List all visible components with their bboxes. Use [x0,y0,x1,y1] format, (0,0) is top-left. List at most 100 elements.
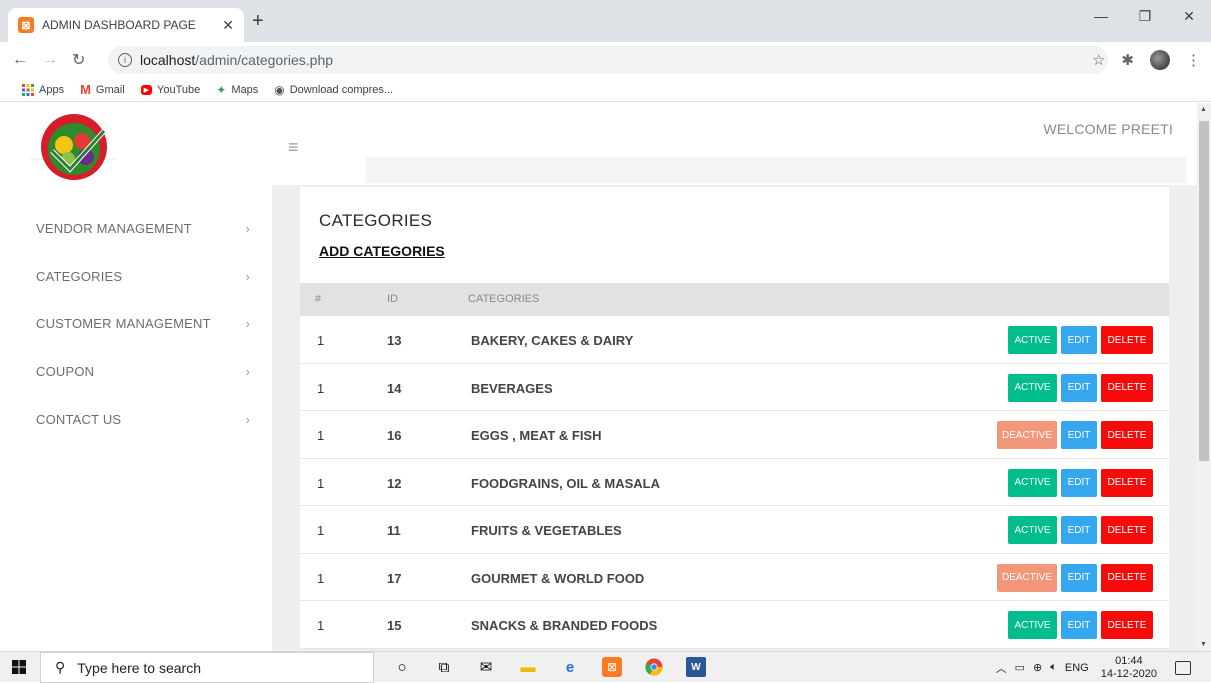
word-icon[interactable]: W [686,657,706,677]
bookmark-label: Gmail [95,83,125,96]
sidebar-item-vendor-management[interactable]: VENDOR MANAGEMENT › [36,221,250,236]
cell-number: 1 [317,475,325,491]
back-icon[interactable]: ← [12,51,30,69]
forward-icon[interactable]: → [42,51,60,69]
youtube-icon: ▶ [140,84,153,95]
table-row: 1 13 BAKERY, CAKES & DAIRY ACTIVE EDIT D… [300,316,1169,364]
edit-button[interactable]: EDIT [1061,563,1097,592]
menu-kebab-icon[interactable]: ⋮ [1186,51,1201,69]
hamburger-menu-icon[interactable]: ≡ [288,137,299,158]
cell-number: 1 [317,523,325,538]
sidebar-item-coupon[interactable]: COUPON › [36,364,250,379]
browser-tabbar: ⊠ ADMIN DASHBOARD PAGE ✕ + — ❐ ✕ [0,0,1211,42]
url-path: /admin/categories.php [195,52,334,68]
network-icon[interactable]: ⊕ [1033,661,1042,674]
chevron-right-icon: › [245,221,250,236]
sidebar-item-customer-management[interactable]: CUSTOMER MANAGEMENT › [36,316,250,331]
sidebar-item-contact-us[interactable]: CONTACT US › [36,412,250,427]
scroll-up-icon[interactable]: ▲ [1200,106,1207,113]
cell-category-name: FRUITS & VEGETABLES [471,523,622,538]
site-logo[interactable] [30,111,116,183]
windows-taskbar: ⚲ Type here to search ○ ⧉ ✉ ▬ e ⊠ W ︿ ▭ … [0,651,1211,683]
status-button[interactable]: ACTIVE [1008,468,1057,497]
system-tray: ︿ ▭ ⊕ 🔈︎ ENG 01:44 14-12-2020 [996,652,1191,683]
status-button[interactable]: ACTIVE [1008,516,1057,544]
bookmark-download[interactable]: ◉ Download compres... [274,83,393,97]
cell-number: 1 [317,618,325,633]
new-tab-icon[interactable]: + [252,10,264,33]
bookmark-label: Maps [231,83,259,96]
cell-id: 12 [387,475,402,491]
edit-button[interactable]: EDIT [1061,611,1097,639]
scroll-thumb[interactable] [1199,121,1209,461]
clock-date: 14-12-2020 [1100,667,1157,680]
chevron-right-icon: › [245,316,250,331]
volume-icon[interactable]: 🔈︎ [1050,661,1057,674]
status-button[interactable]: ACTIVE [1008,326,1057,354]
cell-id: 16 [387,428,402,443]
bookmark-maps[interactable]: ✦ Maps [216,83,258,97]
page-title: CATEGORIES [319,211,433,230]
tab-close-icon[interactable]: ✕ [222,17,234,34]
edit-button[interactable]: EDIT [1061,516,1097,544]
cortana-icon[interactable]: ○ [392,657,412,677]
restore-icon[interactable]: ❐ [1123,0,1167,32]
cell-category-name: GOURMET & WORLD FOOD [471,570,645,586]
cell-category-name: EGGS , MEAT & FISH [471,428,602,443]
scroll-down-icon[interactable]: ▼ [1200,641,1207,648]
browser-tab[interactable]: ⊠ ADMIN DASHBOARD PAGE ✕ [8,8,244,42]
file-explorer-icon[interactable]: ▬ [518,657,538,677]
url-input[interactable]: i localhost/admin/categories.php [108,46,1108,74]
status-button[interactable]: ACTIVE [1008,373,1057,402]
windows-start-icon[interactable] [12,660,26,674]
clock[interactable]: 01:44 14-12-2020 [1101,655,1157,681]
delete-button[interactable]: DELETE [1101,516,1153,544]
sidebar-item-categories[interactable]: CATEGORIES › [36,269,250,284]
table-row: 1 14 BEVERAGES ACTIVE EDIT DELETE [300,363,1169,411]
status-button[interactable]: ACTIVE [1008,611,1057,639]
extensions-icon[interactable]: ✱ [1121,51,1134,69]
delete-button[interactable]: DELETE [1101,611,1153,639]
add-categories-link[interactable]: ADD CATEGORIES [319,243,445,259]
close-window-icon[interactable]: ✕ [1167,0,1211,32]
delete-button[interactable]: DELETE [1101,563,1153,592]
delete-button[interactable]: DELETE [1101,468,1153,497]
edit-button[interactable]: EDIT [1061,421,1097,449]
xampp-icon[interactable]: ⊠ [602,657,622,677]
edit-button[interactable]: EDIT [1061,373,1097,402]
profile-avatar[interactable] [1150,50,1170,70]
globe-icon: ◉ [274,82,285,97]
chevron-right-icon: › [245,412,250,427]
delete-button[interactable]: DELETE [1101,326,1153,354]
gmail-icon: M [80,82,91,97]
chevron-right-icon: › [245,364,250,379]
bookmark-youtube[interactable]: ▶ YouTube [140,84,200,96]
page-scrollbar[interactable]: ▲ ▼ [1197,103,1211,651]
bookmark-gmail[interactable]: M Gmail [80,82,125,97]
delete-button[interactable]: DELETE [1101,373,1153,402]
bookmark-star-icon[interactable]: ☆ [1092,51,1105,69]
status-button[interactable]: DEACTIVE [997,563,1057,592]
language-indicator[interactable]: ENG [1065,662,1089,674]
edit-button[interactable]: EDIT [1061,468,1097,497]
chrome-icon[interactable] [644,657,664,677]
status-button[interactable]: DEACTIVE [997,421,1057,449]
battery-icon[interactable]: ▭ [1015,661,1025,674]
bookmark-apps[interactable]: Apps [22,83,64,96]
info-icon[interactable]: i [118,53,132,67]
taskbar-search-input[interactable]: ⚲ Type here to search [40,652,374,683]
notification-icon[interactable] [1175,660,1191,675]
minimize-icon[interactable]: — [1079,0,1123,32]
reload-icon[interactable]: ↻ [72,50,90,70]
delete-button[interactable]: DELETE [1101,421,1153,449]
edge-icon[interactable]: e [560,657,580,677]
address-bar: ← → ↻ i localhost/admin/categories.php ☆… [0,42,1211,78]
task-view-icon[interactable]: ⧉ [434,657,454,677]
sidebar-item-label: VENDOR MANAGEMENT [36,221,192,236]
bookmark-label: Download compres... [289,83,394,96]
xampp-favicon-icon: ⊠ [18,17,34,33]
chevron-up-icon[interactable]: ︿ [996,660,1007,676]
cell-id: 14 [387,380,402,396]
edit-button[interactable]: EDIT [1061,326,1097,354]
mail-icon[interactable]: ✉ [476,657,496,677]
